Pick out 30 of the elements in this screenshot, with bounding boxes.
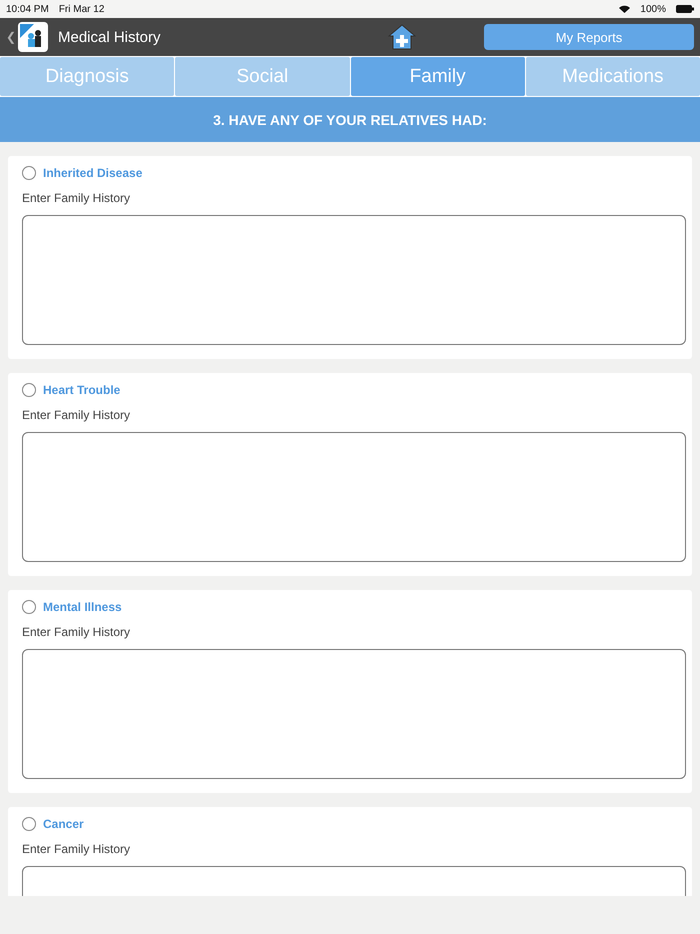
history-input-field[interactable] [22, 649, 686, 779]
status-time: 10:04 PM [6, 4, 49, 14]
radio-button[interactable] [22, 166, 36, 180]
radio-button[interactable] [22, 817, 36, 831]
field-label: Enter Family History [22, 408, 132, 422]
page-title: Medical History [58, 28, 162, 46]
my-reports-button[interactable]: My Reports [484, 24, 694, 50]
back-chevron[interactable]: ❮ [6, 30, 16, 44]
tab[interactable]: Diagnosis [0, 57, 174, 96]
app-logo-icon [18, 22, 48, 52]
condition-label: Cancer [43, 817, 84, 831]
field-label: Enter Family History [22, 625, 132, 639]
medical-home-icon[interactable] [388, 24, 416, 50]
radio-button[interactable] [22, 600, 36, 614]
battery-icon [676, 5, 694, 13]
condition-label: Heart Trouble [43, 383, 120, 397]
tab[interactable]: Social [175, 57, 350, 96]
field-label: Enter Family History [22, 842, 132, 856]
history-input-field[interactable] [22, 432, 686, 562]
condition-label: Mental Illness [43, 600, 122, 614]
field-label: Enter Family History [22, 191, 132, 205]
battery-percent: 100% [640, 4, 666, 14]
tab[interactable]: Family [350, 57, 525, 96]
status-date: Fri Mar 12 [58, 4, 104, 14]
section-header: 3. HAVE ANY OF YOUR RELATIVES HAD: [0, 97, 700, 142]
condition-label: Inherited Disease [43, 166, 142, 180]
wifi-icon [619, 5, 630, 13]
tab[interactable]: Medications [526, 57, 700, 96]
radio-button[interactable] [22, 383, 36, 397]
history-input-field[interactable] [22, 215, 686, 345]
